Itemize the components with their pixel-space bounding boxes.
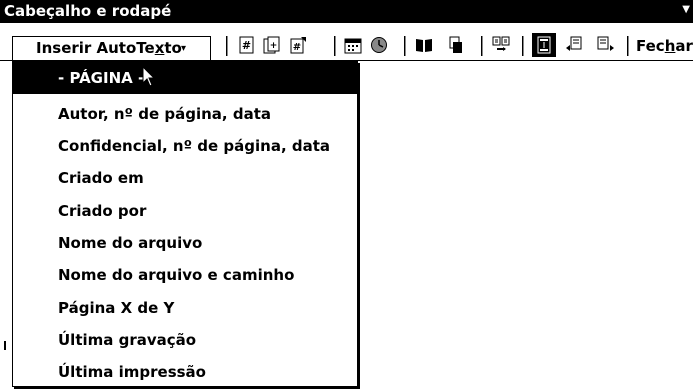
- switch-header-footer-icon[interactable]: [532, 33, 556, 57]
- toolbar-separator: [404, 36, 406, 56]
- menu-item-label: Nome do arquivo e caminho: [58, 266, 295, 284]
- format-page-number-icon[interactable]: #: [288, 35, 308, 55]
- menu-item-filename[interactable]: Nome do arquivo: [13, 227, 357, 259]
- svg-text:#: #: [242, 39, 251, 52]
- insert-number-of-pages-icon[interactable]: +: [262, 35, 282, 55]
- autotext-dropdown-menu: - PÁGINA - Autor, nº de página, data Con…: [12, 61, 358, 387]
- insert-autotext-button[interactable]: Inserir AutoTexto ▾: [12, 36, 211, 60]
- insert-autotext-label: Inserir AutoTexto: [36, 39, 182, 57]
- toolbar-separator: [522, 36, 524, 56]
- document-edge-mark: [4, 341, 6, 350]
- toolbar-options-arrow-icon[interactable]: ▼: [682, 4, 690, 15]
- show-next-icon[interactable]: [596, 35, 616, 55]
- menu-item-label: Autor, nº de página, data: [58, 105, 271, 123]
- title-bar[interactable]: Cabeçalho e rodapé ▼: [0, 0, 693, 23]
- menu-item-label: Última impressão: [58, 363, 206, 381]
- insert-date-icon[interactable]: [343, 35, 363, 55]
- menu-item-pagina[interactable]: - PÁGINA -: [13, 62, 357, 94]
- menu-item-label: Confidencial, nº de página, data: [58, 137, 331, 155]
- svg-text:#: #: [293, 42, 301, 53]
- toolbar-separator: [627, 36, 629, 56]
- same-as-previous-icon[interactable]: [491, 35, 511, 55]
- menu-item-created-on[interactable]: Criado em: [13, 162, 357, 194]
- toolbar-separator: [481, 36, 483, 56]
- menu-item-filename-and-path[interactable]: Nome do arquivo e caminho: [13, 259, 357, 291]
- menu-item-label: Criado por: [58, 202, 147, 220]
- insert-time-icon[interactable]: [369, 35, 389, 55]
- insert-page-number-icon[interactable]: #: [237, 35, 257, 55]
- menu-item-last-saved[interactable]: Última gravação: [13, 324, 357, 356]
- menu-item-label: - PÁGINA -: [58, 69, 145, 87]
- show-hide-document-text-icon[interactable]: [446, 35, 466, 55]
- page-setup-icon[interactable]: [414, 35, 434, 55]
- menu-item-created-by[interactable]: Criado por: [13, 195, 357, 227]
- chevron-down-icon: ▾: [181, 43, 187, 54]
- menu-item-author-page-date[interactable]: Autor, nº de página, data: [13, 98, 357, 130]
- menu-item-label: Criado em: [58, 169, 144, 187]
- menu-item-label: Nome do arquivo: [58, 234, 203, 252]
- header-footer-toolbar: Inserir AutoTexto ▾ # + # Fechar: [0, 23, 693, 61]
- menu-item-label: Página X de Y: [58, 299, 175, 317]
- menu-item-page-x-of-y[interactable]: Página X de Y: [13, 292, 357, 324]
- mouse-pointer-icon: [142, 66, 156, 87]
- close-button[interactable]: Fechar: [636, 38, 693, 55]
- menu-item-last-printed[interactable]: Última impressão: [13, 356, 357, 388]
- svg-text:+: +: [270, 41, 278, 51]
- menu-item-confidential-page-date[interactable]: Confidencial, nº de página, data: [13, 130, 357, 162]
- menu-item-label: Última gravação: [58, 331, 197, 349]
- toolbar-separator: [226, 36, 228, 56]
- window-title: Cabeçalho e rodapé: [4, 2, 172, 20]
- show-previous-icon[interactable]: [564, 35, 584, 55]
- toolbar-separator: [334, 36, 336, 56]
